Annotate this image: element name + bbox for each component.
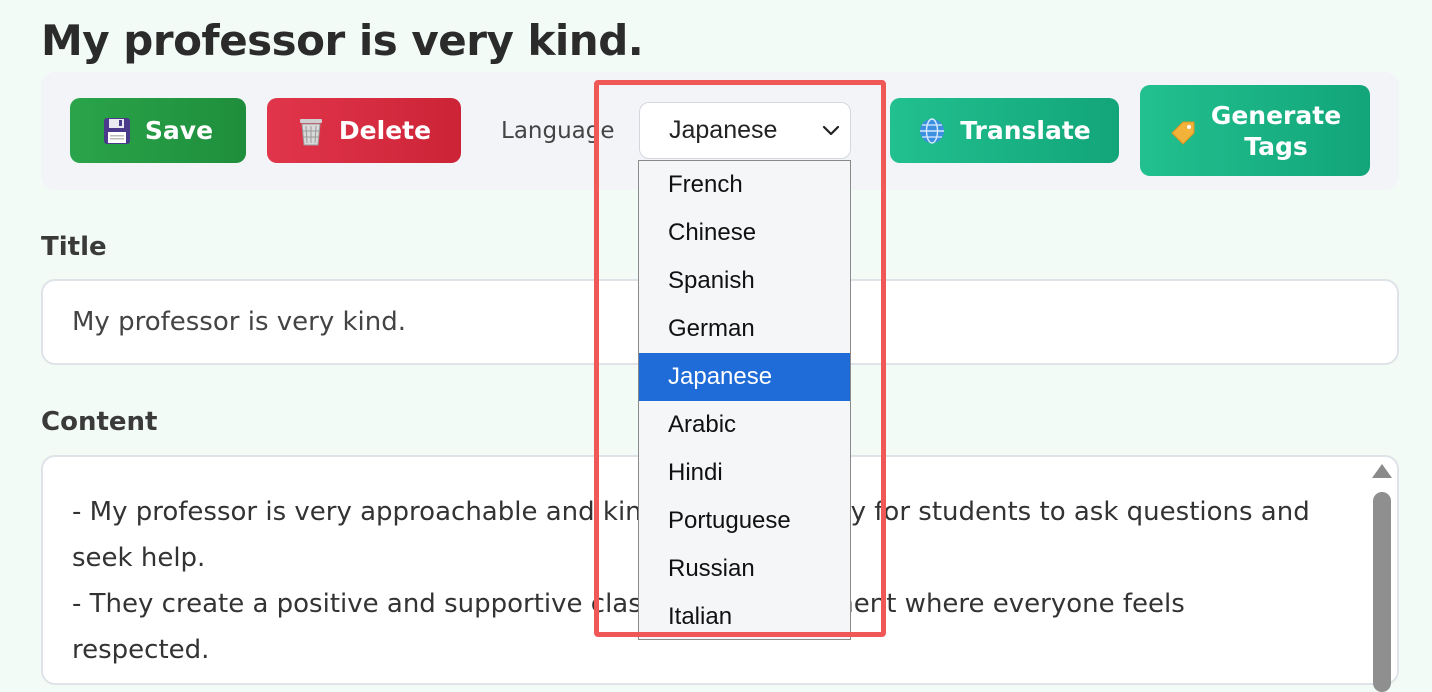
title-label: Title	[41, 232, 107, 262]
page-title: My professor is very kind.	[41, 16, 644, 65]
title-input-value: My professor is very kind.	[72, 307, 407, 337]
scroll-thumb[interactable]	[1373, 492, 1391, 692]
language-option-german[interactable]: German	[639, 305, 850, 353]
translate-button[interactable]: Translate	[890, 98, 1119, 163]
language-dropdown-list: French Chinese Spanish German Japanese A…	[638, 160, 851, 640]
language-label: Language	[501, 118, 615, 144]
content-line: - The professor is very patient and take…	[72, 673, 1327, 683]
language-option-russian[interactable]: Russian	[639, 545, 850, 593]
language-option-hindi[interactable]: Hindi	[639, 449, 850, 497]
save-button[interactable]: Save	[70, 98, 246, 163]
generate-tags-label-line1: Generate	[1210, 100, 1342, 130]
globe-icon	[918, 117, 946, 145]
tag-icon	[1169, 117, 1197, 145]
language-option-portuguese[interactable]: Portuguese	[639, 497, 850, 545]
language-option-italian[interactable]: Italian	[639, 593, 850, 639]
language-select-value: Japanese	[669, 116, 778, 144]
language-option-arabic[interactable]: Arabic	[639, 401, 850, 449]
language-option-spanish[interactable]: Spanish	[639, 257, 850, 305]
generate-tags-label: Generate Tags	[1211, 100, 1341, 162]
delete-label: Delete	[338, 116, 432, 145]
chevron-down-icon	[820, 120, 842, 149]
delete-button[interactable]: Delete	[267, 98, 461, 163]
save-label: Save	[144, 116, 214, 145]
content-label: Content	[41, 407, 158, 437]
language-select[interactable]: Japanese	[639, 102, 851, 159]
language-option-chinese[interactable]: Chinese	[639, 209, 850, 257]
floppy-disk-icon	[103, 117, 131, 145]
translate-label: Translate	[960, 116, 1091, 145]
generate-tags-label-line2: Tags	[1244, 131, 1308, 161]
scroll-up-arrow-icon[interactable]	[1372, 464, 1392, 478]
language-option-japanese[interactable]: Japanese	[639, 353, 850, 401]
language-option-french[interactable]: French	[639, 161, 850, 209]
generate-tags-button[interactable]: Generate Tags	[1140, 85, 1370, 176]
content-scrollbar[interactable]	[1369, 460, 1395, 692]
wastebasket-icon	[297, 116, 325, 146]
